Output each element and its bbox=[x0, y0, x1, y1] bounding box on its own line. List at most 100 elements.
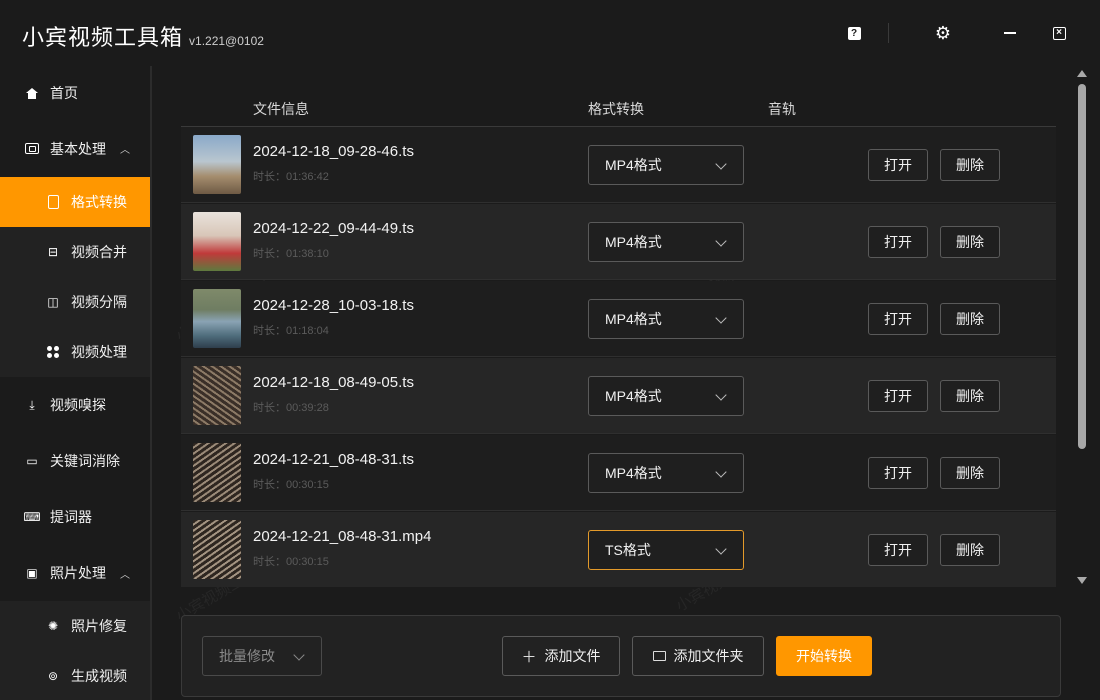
column-header-audio: 音轨 bbox=[768, 101, 796, 117]
video-thumbnail bbox=[193, 366, 241, 425]
chevron-up-icon: ︿ bbox=[120, 145, 130, 156]
format-select[interactable]: MP4格式 bbox=[588, 222, 744, 262]
sidebar-item-video-process[interactable]: 视频处理 bbox=[0, 327, 150, 377]
sidebar-item-video-sniff[interactable]: ⤓ 视频嗅探 bbox=[0, 377, 150, 433]
video-thumbnail bbox=[193, 289, 241, 348]
open-button[interactable]: 打开 bbox=[868, 534, 928, 566]
format-select[interactable]: MP4格式 bbox=[588, 453, 744, 493]
sidebar-item-label: 视频合并 bbox=[71, 244, 127, 260]
sidebar-item-label: 照片修复 bbox=[71, 618, 127, 634]
home-icon bbox=[24, 85, 40, 101]
sidebar-item-video-split[interactable]: ◫ 视频分隔 bbox=[0, 277, 150, 327]
repair-icon: ✺ bbox=[47, 619, 59, 633]
format-select[interactable]: MP4格式 bbox=[588, 299, 744, 339]
sidebar-item-label: 视频嗅探 bbox=[50, 397, 106, 413]
table-row: 2024-12-28_10-03-18.ts 时长：01:18:04 MP4格式… bbox=[181, 281, 1056, 357]
scroll-up-arrow-icon[interactable] bbox=[1077, 70, 1087, 77]
file-duration: 时长：01:38:10 bbox=[253, 248, 329, 260]
app-title: 小宾视频工具箱 v1.221@0102 bbox=[22, 20, 264, 52]
sidebar-item-photo-processing[interactable]: ▣ 照片处理 ︿ bbox=[0, 545, 150, 601]
generate-icon: ⊚ bbox=[47, 668, 59, 683]
sidebar-item-label: 视频分隔 bbox=[71, 294, 127, 310]
app-name: 小宾视频工具箱 bbox=[22, 25, 184, 50]
row-divider bbox=[181, 356, 1056, 357]
sidebar-item-generate-video[interactable]: ⊚ 生成视频 bbox=[0, 651, 150, 700]
help-icon[interactable]: ? bbox=[843, 22, 865, 44]
format-select[interactable]: MP4格式 bbox=[588, 145, 744, 185]
gear-icon[interactable]: ⚙ bbox=[932, 22, 954, 44]
minimize-icon[interactable] bbox=[999, 22, 1021, 44]
process-icon bbox=[45, 344, 61, 360]
delete-button[interactable]: 删除 bbox=[940, 380, 1000, 412]
chevron-down-icon bbox=[715, 312, 727, 324]
delete-button[interactable]: 删除 bbox=[940, 303, 1000, 335]
file-name: 2024-12-18_09-28-46.ts bbox=[253, 143, 414, 160]
sidebar-item-keyword-remove[interactable]: ▭ 关键词消除 bbox=[0, 433, 150, 489]
file-duration: 时长：01:18:04 bbox=[253, 325, 329, 337]
open-button[interactable]: 打开 bbox=[868, 303, 928, 335]
add-file-button[interactable]: ＋ 添加文件 bbox=[502, 636, 620, 676]
start-convert-button[interactable]: 开始转换 bbox=[776, 636, 872, 676]
row-divider bbox=[181, 433, 1056, 434]
open-button[interactable]: 打开 bbox=[868, 149, 928, 181]
delete-button[interactable]: 删除 bbox=[940, 226, 1000, 258]
delete-button[interactable]: 删除 bbox=[940, 457, 1000, 489]
row-divider bbox=[181, 202, 1056, 203]
sidebar-item-label: 首页 bbox=[50, 85, 78, 101]
table-row: 2024-12-18_08-49-05.ts 时长：00:39:28 MP4格式… bbox=[181, 358, 1056, 434]
chevron-down-icon bbox=[715, 158, 727, 170]
sidebar-item-basic-processing[interactable]: 基本处理 ︿ bbox=[0, 120, 150, 177]
photo-icon: ▣ bbox=[26, 566, 38, 580]
sidebar-item-label: 基本处理 bbox=[50, 140, 106, 157]
video-thumbnail bbox=[193, 443, 241, 502]
sidebar-item-home[interactable]: 首页 bbox=[0, 66, 150, 120]
format-select[interactable]: TS格式 bbox=[588, 530, 744, 570]
titlebar-divider bbox=[888, 23, 889, 43]
table-row: 2024-12-21_08-48-31.mp4 时长：00:30:15 TS格式… bbox=[181, 512, 1056, 587]
row-divider bbox=[181, 279, 1056, 280]
open-button[interactable]: 打开 bbox=[868, 380, 928, 412]
table-header: 文件信息 格式转换 音轨 bbox=[181, 96, 1056, 127]
sidebar-item-photo-repair[interactable]: ✺ 照片修复 bbox=[0, 601, 150, 651]
table-row: 2024-12-18_09-28-46.ts 时长：01:36:42 MP4格式… bbox=[181, 127, 1056, 203]
format-value: MP4格式 bbox=[605, 234, 662, 250]
add-folder-button[interactable]: 添加文件夹 bbox=[632, 636, 764, 676]
sidebar-item-label: 提词器 bbox=[50, 509, 92, 525]
chevron-down-icon bbox=[715, 543, 727, 555]
scrollbar-thumb[interactable] bbox=[1078, 84, 1086, 449]
sidebar-item-video-merge[interactable]: ⊟ 视频合并 bbox=[0, 227, 150, 277]
sidebar-item-label: 视频处理 bbox=[71, 344, 127, 360]
batch-modify-label: 批量修改 bbox=[219, 648, 275, 664]
app-version: v1.221@0102 bbox=[189, 34, 264, 48]
file-name: 2024-12-18_08-49-05.ts bbox=[253, 374, 414, 391]
sidebar-item-teleprompter[interactable]: ⌨ 提词器 bbox=[0, 489, 150, 545]
vertical-scrollbar[interactable] bbox=[1074, 66, 1092, 588]
delete-button[interactable]: 删除 bbox=[940, 534, 1000, 566]
scroll-down-arrow-icon[interactable] bbox=[1077, 577, 1087, 584]
video-thumbnail bbox=[193, 212, 241, 271]
column-header-format: 格式转换 bbox=[588, 101, 644, 117]
file-name: 2024-12-22_09-44-49.ts bbox=[253, 220, 414, 237]
batch-modify-select[interactable]: 批量修改 bbox=[202, 636, 322, 676]
file-duration: 时长：01:36:42 bbox=[253, 171, 329, 183]
add-folder-label: 添加文件夹 bbox=[673, 648, 744, 664]
keyboard-icon: ⌨ bbox=[23, 510, 41, 524]
split-icon: ◫ bbox=[47, 295, 59, 309]
sidebar-item-format-convert[interactable]: 格式转换 bbox=[0, 177, 150, 227]
open-button[interactable]: 打开 bbox=[868, 226, 928, 258]
format-select[interactable]: MP4格式 bbox=[588, 376, 744, 416]
box-icon bbox=[24, 141, 40, 157]
folder-icon bbox=[652, 651, 666, 661]
chevron-down-icon bbox=[715, 466, 727, 478]
delete-button[interactable]: 删除 bbox=[940, 149, 1000, 181]
merge-icon: ⊟ bbox=[47, 245, 59, 259]
file-name: 2024-12-28_10-03-18.ts bbox=[253, 297, 414, 314]
chevron-down-icon bbox=[715, 389, 727, 401]
row-divider bbox=[181, 510, 1056, 511]
close-icon[interactable]: × bbox=[1048, 22, 1070, 44]
file-duration: 时长：00:39:28 bbox=[253, 402, 329, 414]
open-button[interactable]: 打开 bbox=[868, 457, 928, 489]
file-name: 2024-12-21_08-48-31.mp4 bbox=[253, 528, 432, 545]
sidebar-item-label: 生成视频 bbox=[71, 667, 127, 684]
sidebar-item-label: 格式转换 bbox=[71, 194, 127, 210]
